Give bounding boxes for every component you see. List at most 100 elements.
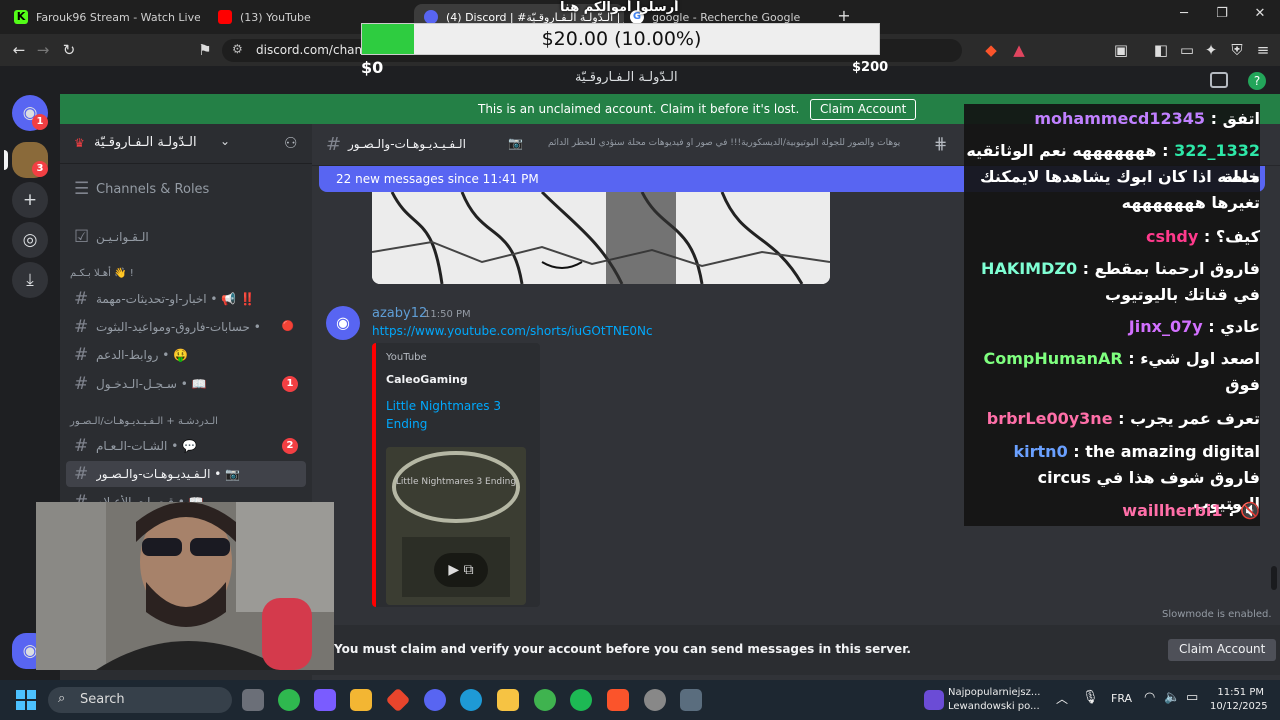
stream-chat-line: HAKIMDZ0 : فاروق ارحمنا بمقطع في قناتك ب… [966,256,1260,308]
channel-hash-icon: # [74,345,89,365]
microphone-icon[interactable]: 🎙 [1082,690,1099,705]
manga-image-attachment[interactable] [372,192,830,284]
guild-header[interactable]: ♛ الـدّولـة الـفـاروقـيّة ⌄ ⚇ [60,124,312,164]
download-icon[interactable]: ⤓ [12,262,48,298]
verify-notice: You must claim and verify your account b… [334,642,911,656]
chat-scrollbar[interactable] [1271,566,1277,590]
language-indicator[interactable]: FRA [1111,692,1132,705]
taskbar-search[interactable]: ⌕ Search [48,687,232,713]
channel-hash-icon: # [74,317,89,337]
channel-label: الـقـوانـيـن [96,230,149,244]
tray-chevron-icon[interactable]: ︿ [1056,690,1068,707]
channel-item[interactable]: # اخبار-او-تحديثات-مهمة • 📢 ‼️ [66,286,306,312]
reload-icon[interactable]: ↻ [58,40,80,60]
inbox-icon[interactable] [1210,72,1228,88]
stream-chat-user: CompHumanAR [983,349,1123,368]
stream-chat-user: Jinx_07y [1128,317,1203,336]
close-icon[interactable]: ✕ [1242,6,1278,21]
news-widget[interactable]: Najpopularniejsz... Lewandowski po... [948,686,1040,714]
channel-label: اخبار-او-تحديثات-مهمة • 📢 ‼️ [96,292,255,306]
store-icon[interactable] [350,689,372,711]
site-info-icon[interactable]: ⚙ [232,42,243,56]
leo-icon[interactable]: ✦ [1200,40,1222,60]
copilot-icon[interactable] [314,689,336,711]
forward-icon[interactable]: → [32,40,54,60]
file-explorer-icon[interactable] [497,689,519,711]
donation-amount: $20.00 (10.00%) [541,28,702,50]
tab-kick[interactable]: K Farouk96 Stream - Watch Live on Kic [4,4,200,30]
spotify-icon[interactable] [570,689,592,711]
task-view-icon[interactable] [242,689,264,711]
sidebar-toggle-icon[interactable]: ◧ [1150,40,1172,60]
back-icon[interactable]: ← [8,40,30,60]
brave-shield-icon[interactable]: ◆ [980,40,1002,60]
channel-label: حسابات-فاروق-ومواعيد-البثوت • [96,320,261,334]
channel-category[interactable]: الـدردشـة + الـفـيـديـوهـات/الـصـور [70,416,218,427]
clock-time: 11:51 PM [1217,687,1264,698]
discover-icon[interactable]: ◎ [12,222,48,258]
discord-taskbar-icon[interactable] [424,689,446,711]
stream-chat-message: كيف؟ [1215,227,1260,246]
add-member-icon[interactable]: ⚇ [284,134,297,152]
windows-start-icon[interactable] [16,690,36,710]
embed-title[interactable]: Little Nightmares 3 Ending [386,397,526,433]
channel-item[interactable]: ☑ الـقـوانـيـن [66,224,306,250]
channels-roles-label: Channels & Roles [96,181,210,197]
play-icon[interactable]: ▶ ⧉ [434,553,488,587]
wallet-icon[interactable]: ▭ [1176,40,1198,60]
reader-icon[interactable]: ▣ [1110,40,1132,60]
channel-item[interactable]: # الشـات-الـعـام • 💬 2 [66,433,306,459]
stream-chat-line: خاصه اذا كان ابوك يشاهدها لايمكنك تغيرها… [966,164,1260,216]
stream-chat-user: kirtn0 [1013,442,1068,461]
help-icon[interactable]: ? [1248,72,1266,90]
stream-chat-separator: : [1077,259,1095,278]
clock-date: 10/12/2025 [1210,701,1268,712]
tab-label: Farouk96 Stream - Watch Live on Kic [36,10,200,24]
stream-chat-user: brbrLe00y3ne [986,409,1113,428]
utorrent-icon[interactable] [534,689,556,711]
threads-icon[interactable]: ⋕ [934,134,947,153]
active-server-pill [4,150,8,170]
stream-chat-separator: : [1222,501,1241,520]
donation-min: $0 [361,58,384,77]
message-avatar[interactable]: ◉ [326,306,360,340]
add-server-icon[interactable]: + [12,182,48,218]
brave-taskbar-icon[interactable] [607,689,629,711]
channel-item[interactable]: # حسابات-فاروق-ومواعيد-البثوت • 🔴 [66,314,306,340]
bookmark-icon[interactable]: ⚑ [194,40,216,60]
calculator-icon[interactable] [680,689,702,711]
webcam-feed [36,502,334,670]
claim-account-button[interactable]: Claim Account [810,99,917,120]
battery-icon[interactable]: ▭ [1186,690,1198,705]
message-link[interactable]: https://www.youtube.com/shorts/iuGOtTNE0… [372,324,653,338]
channel-category[interactable]: أهـلا بـكـم 👋 ! [70,268,134,279]
volume-icon[interactable]: 🔈 [1164,690,1180,705]
channel-badge: 1 [282,376,298,392]
news-icon[interactable] [924,690,944,710]
url-text: discord.com/channe [256,43,378,57]
obs-icon[interactable] [644,689,666,711]
chrome-icon[interactable] [460,689,482,711]
embed-author[interactable]: CaleoGaming [386,373,468,386]
embed-thumbnail[interactable]: Little Nightmares 3 Ending ▶ ⧉ [386,447,526,605]
menu-icon[interactable]: ≡ [1252,40,1274,60]
channel-item[interactable]: # سـجـل-الـدخـول • 📖 1 [66,371,306,397]
donation-progress-bar: $20.00 (10.00%) [361,23,880,55]
brave-rewards-icon[interactable]: ▲ [1008,40,1030,60]
xbox-icon[interactable] [278,689,300,711]
channels-roles[interactable]: ☰ Channels & Roles [66,176,306,202]
vpn-icon[interactable]: ⛨ [1226,40,1248,60]
server-title: الـدّولـة الـفـاروقـيّة [575,70,678,85]
stream-chat-line: cshdy : كيف؟ [966,224,1260,250]
home-badge: 1 [32,114,48,130]
footer-claim-account-button[interactable]: Claim Account [1168,639,1277,661]
clock[interactable]: 11:51 PM 10/12/2025 [1210,686,1268,714]
maximize-icon[interactable]: ❐ [1204,6,1240,21]
stream-chat-separator: : [1156,141,1175,160]
minimize-icon[interactable]: ─ [1166,6,1202,21]
wifi-icon[interactable]: ◠ [1144,690,1155,705]
message-author[interactable]: azaby12 [372,306,427,321]
stream-chat-separator: : [1205,109,1223,128]
channel-item[interactable]: # روابط-الدعم • 🤑 [66,342,306,368]
channel-item[interactable]: # الـفـيديـوهـات-والـصـور • 📷 [66,461,306,487]
